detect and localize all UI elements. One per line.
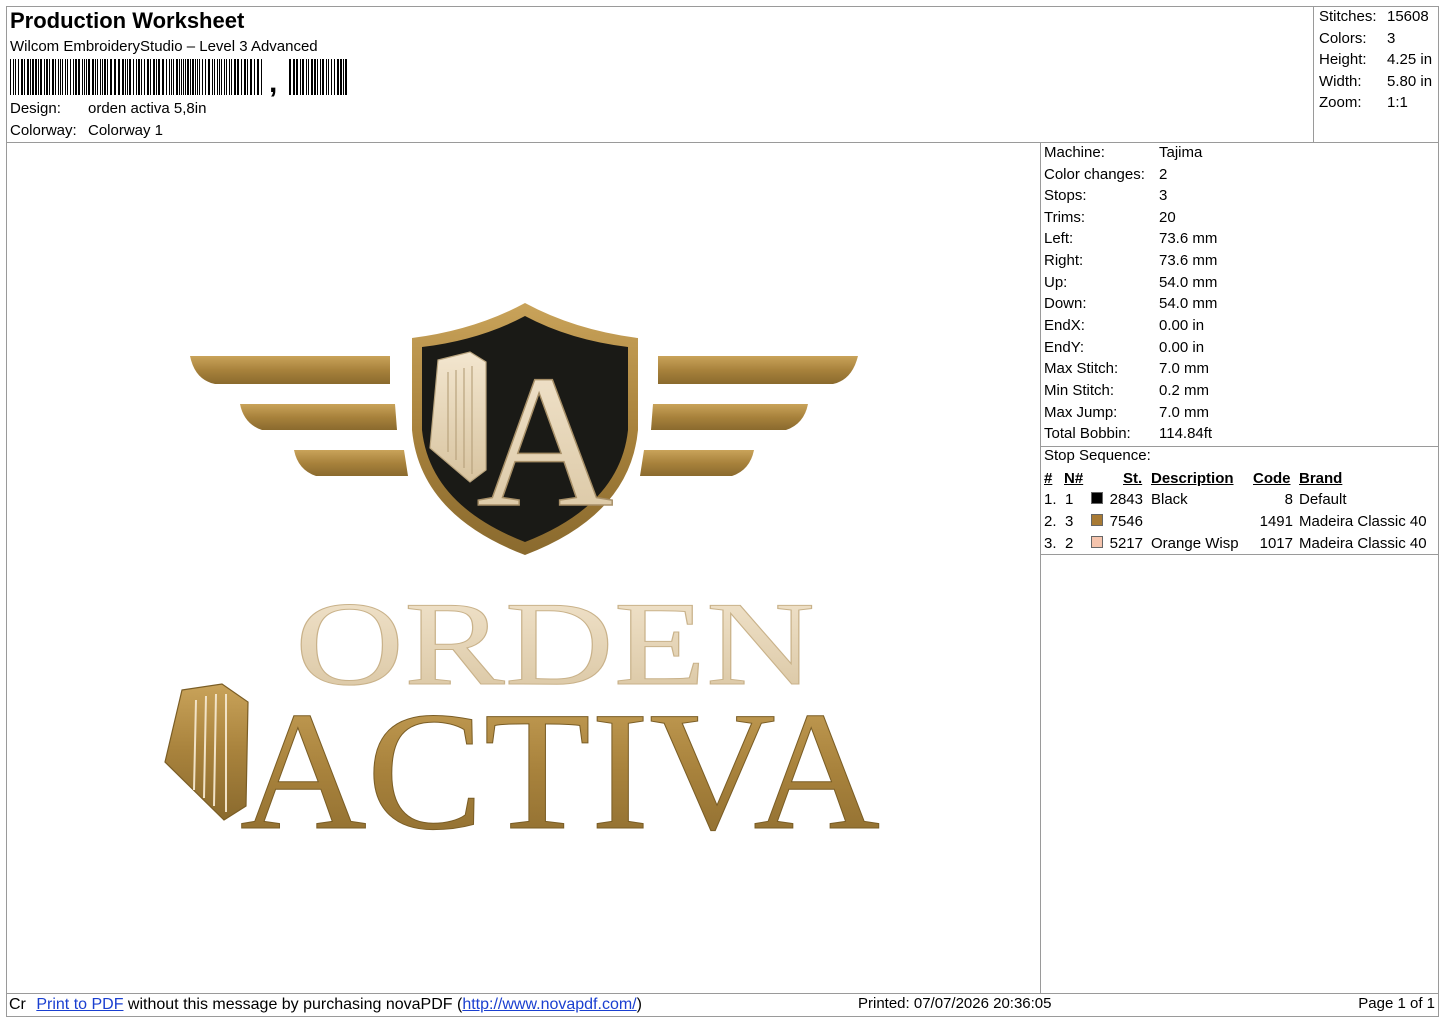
footer-middle-text: without this message by purchasing novaP… (123, 996, 463, 1013)
summary-stitches: Stitches: 15608 (1319, 8, 1429, 25)
col-header-needle: N# (1064, 470, 1084, 487)
col-header-description: Description (1151, 470, 1234, 487)
right-wing (640, 356, 858, 476)
info-row: Down: 54.0 mm (1044, 295, 1218, 312)
printed-timestamp: Printed: 07/07/2026 20:36:05 (858, 995, 1052, 1012)
info-row: Left: 73.6 mm (1044, 230, 1218, 247)
novapdf-link[interactable]: http://www.novapdf.com/ (462, 996, 636, 1013)
book-icon (164, 683, 249, 821)
info-divider-2 (1040, 554, 1439, 555)
embroidery-design: A ORDEN ACTIVA (164, 303, 881, 840)
col-header-index: # (1044, 470, 1053, 487)
info-row: EndY: 0.00 in (1044, 339, 1205, 356)
info-row: Machine: Tajima (1044, 144, 1203, 161)
barcode (10, 59, 347, 95)
design-value: orden activa 5,8in (88, 100, 207, 117)
info-row: Total Bobbin: 114.84ft (1044, 425, 1213, 442)
color-swatch (1091, 492, 1103, 504)
summary-width: Width: 5.80 in (1319, 73, 1433, 90)
info-row: Min Stitch: 0.2 mm (1044, 382, 1210, 399)
summary-height: Height: 4.25 in (1319, 51, 1433, 68)
info-row: Max Stitch: 7.0 mm (1044, 360, 1210, 377)
footer-message: Cr Print to PDF without this message by … (9, 996, 642, 1014)
colorway-value: Colorway 1 (88, 122, 164, 139)
crest-letter: A (476, 337, 613, 547)
col-header-code: Code (1253, 470, 1291, 487)
col-header-brand: Brand (1299, 470, 1343, 487)
footer-prefix: Cr (9, 996, 26, 1013)
color-swatch (1091, 536, 1103, 548)
info-row: Up: 54.0 mm (1044, 274, 1218, 291)
color-swatch (1091, 514, 1103, 526)
left-wing (190, 356, 408, 476)
info-row: Right: 73.6 mm (1044, 252, 1218, 269)
info-row: Trims: 20 (1044, 209, 1176, 226)
barcode-comma: , (269, 66, 278, 99)
design-text-line2: ACTIVA (240, 677, 880, 840)
design-label: Design: (10, 100, 61, 117)
summary-colors: Colors: 3 (1319, 30, 1396, 47)
page-number: Page 1 of 1 (1358, 995, 1435, 1012)
footer-end: ) (636, 996, 642, 1013)
page-title: Production Worksheet (10, 8, 245, 33)
software-name: Wilcom EmbroideryStudio – Level 3 Advanc… (10, 38, 318, 55)
col-header-stitches: St. (1123, 470, 1143, 487)
stop-sequence-title: Stop Sequence: (1044, 447, 1151, 464)
info-row: Color changes: 2 (1044, 166, 1168, 183)
info-row: Stops: 3 (1044, 187, 1168, 204)
info-row: EndX: 0.00 in (1044, 317, 1205, 334)
print-to-pdf-link[interactable]: Print to PDF (36, 996, 123, 1013)
colorway-label: Colorway: (10, 122, 77, 139)
info-row: Max Jump: 7.0 mm (1044, 404, 1210, 421)
summary-zoom: Zoom: 1:1 (1319, 94, 1408, 111)
